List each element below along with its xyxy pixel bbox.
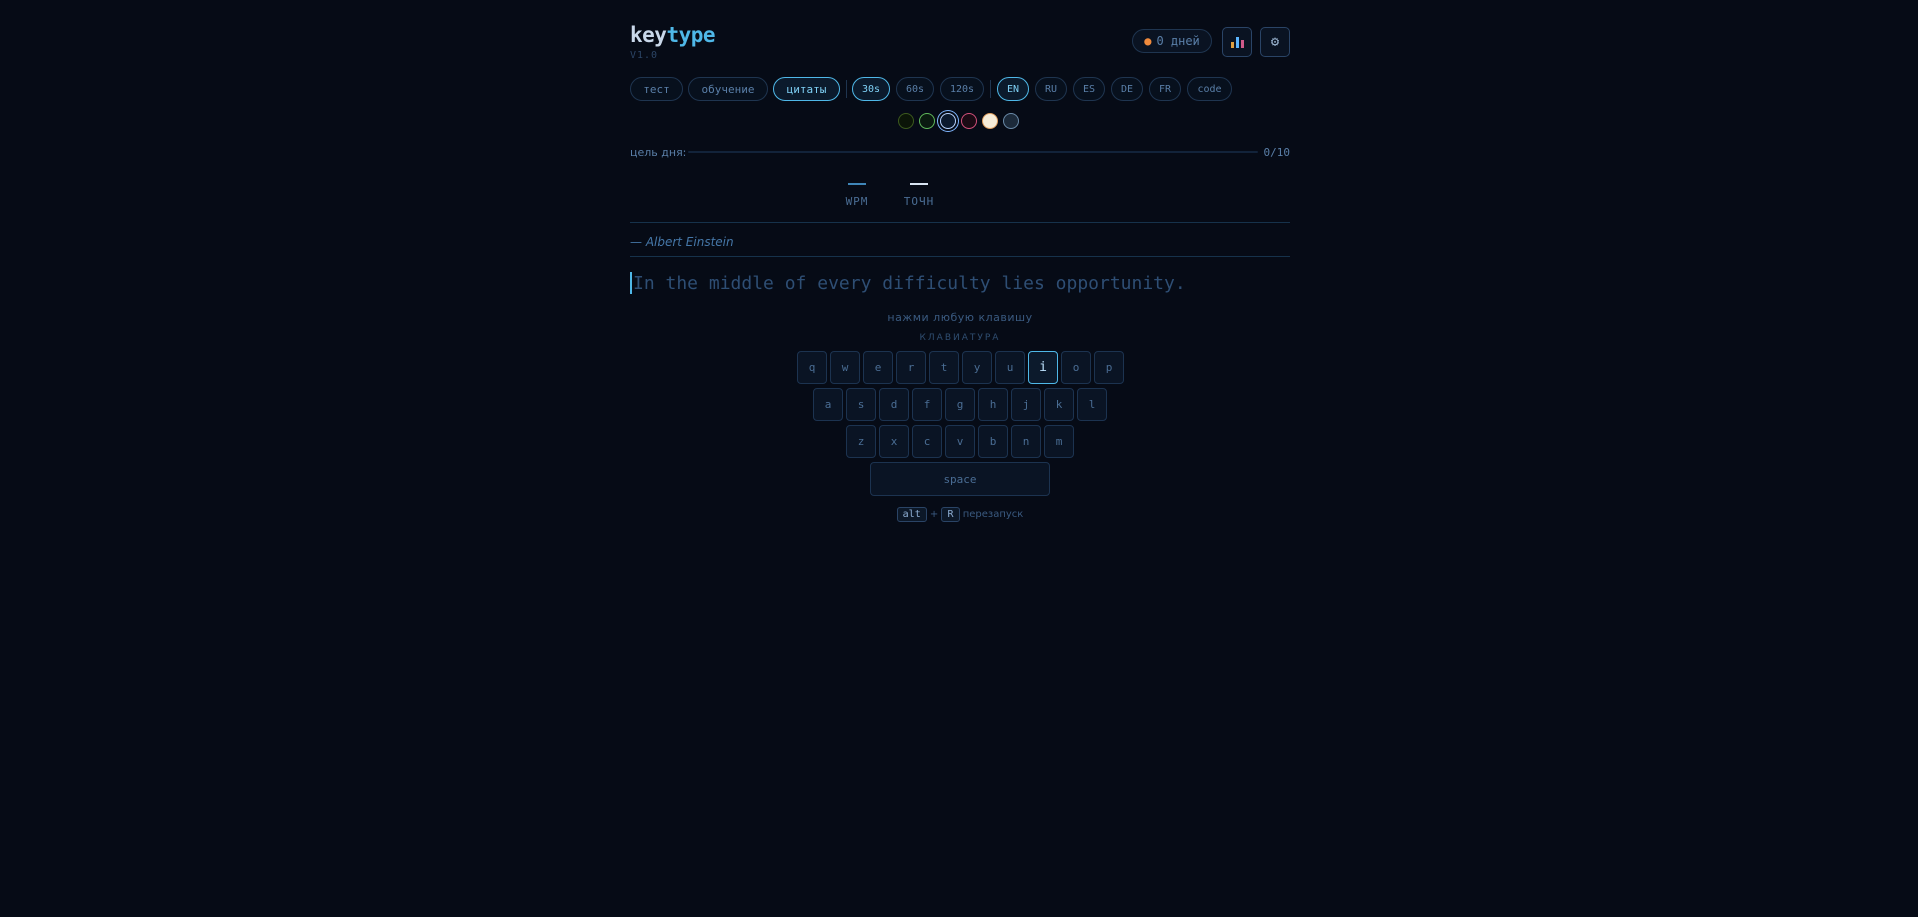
theme-dot[interactable] (961, 113, 977, 129)
theme-dot[interactable] (1003, 113, 1019, 129)
quote-text: In the middle of every difficulty lies o… (633, 273, 1186, 294)
lang-fr[interactable]: FR (1149, 77, 1181, 101)
divider (846, 80, 847, 98)
key-z[interactable]: z (846, 425, 876, 458)
key-v[interactable]: v (945, 425, 975, 458)
key-c[interactable]: c (912, 425, 942, 458)
r-key-hint: R (941, 507, 960, 522)
theme-dot[interactable] (898, 113, 914, 129)
accuracy-label: ТОЧН (903, 195, 935, 208)
logo[interactable]: keytype (630, 23, 716, 47)
logo-key: key (630, 23, 667, 47)
lang-en[interactable]: EN (997, 77, 1029, 101)
plus-sign: + (929, 509, 939, 520)
key-m[interactable]: m (1044, 425, 1074, 458)
keyboard-title: КЛАВИАТУРА (919, 333, 1001, 343)
key-l[interactable]: l (1077, 388, 1107, 421)
key-j[interactable]: j (1011, 388, 1041, 421)
duration-60s[interactable]: 60s (896, 77, 934, 101)
stats-button[interactable] (1222, 27, 1252, 57)
lang-es[interactable]: ES (1073, 77, 1105, 101)
streak-badge[interactable]: ● 0 дней (1132, 29, 1212, 53)
key-e[interactable]: e (863, 351, 893, 384)
key-o[interactable]: o (1061, 351, 1091, 384)
quote-author: — Albert Einstein (630, 235, 734, 249)
gear-icon: ⚙ (1270, 34, 1280, 50)
flame-icon: ● (1144, 34, 1152, 48)
key-f[interactable]: f (912, 388, 942, 421)
key-x[interactable]: x (879, 425, 909, 458)
lang-de[interactable]: DE (1111, 77, 1143, 101)
daily-goal-count: 0/10 (1263, 146, 1291, 159)
key-u[interactable]: u (995, 351, 1025, 384)
key-k[interactable]: k (1044, 388, 1074, 421)
mode-quotes[interactable]: цитаты (773, 77, 840, 101)
wpm-stat: WPM (827, 176, 887, 208)
typing-area[interactable]: In the middle of every difficulty lies o… (630, 272, 1290, 294)
mode-learning[interactable]: обучение (688, 77, 768, 101)
version-label: V1.0 (630, 50, 659, 61)
lang-ru[interactable]: RU (1035, 77, 1067, 101)
alt-key-hint: alt (896, 507, 927, 522)
key-d[interactable]: d (879, 388, 909, 421)
key-g[interactable]: g (945, 388, 975, 421)
logo-type: type (666, 23, 716, 47)
press-any-key-hint: нажми любую клавишу (887, 311, 1033, 324)
key-h[interactable]: h (978, 388, 1008, 421)
key-w[interactable]: w (830, 351, 860, 384)
accuracy-value (910, 183, 928, 185)
key-r[interactable]: r (896, 351, 926, 384)
daily-goal-label: цель дня: (630, 146, 687, 159)
key-n[interactable]: n (1011, 425, 1041, 458)
divider (990, 80, 991, 98)
theme-dot[interactable] (919, 113, 935, 129)
key-s[interactable]: s (846, 388, 876, 421)
accuracy-stat: ТОЧН (889, 176, 949, 208)
theme-dot[interactable] (982, 113, 998, 129)
settings-button[interactable]: ⚙ (1260, 27, 1290, 57)
restart-shortcut-hint: alt + R перезапуск (630, 507, 1290, 522)
key-y[interactable]: y (962, 351, 992, 384)
bar-chart-icon (1230, 36, 1244, 48)
lang-code[interactable]: code (1187, 77, 1232, 101)
key-i[interactable]: i (1028, 351, 1058, 384)
wpm-label: WPM (845, 195, 869, 208)
wpm-value (848, 183, 866, 185)
mode-test[interactable]: тест (630, 77, 683, 101)
duration-120s[interactable]: 120s (940, 77, 984, 101)
key-q[interactable]: q (797, 351, 827, 384)
daily-goal-progress (688, 151, 1258, 153)
mode-toolbar: тест обучение цитаты 30s 60s 120s EN RU … (630, 77, 1290, 101)
key-p[interactable]: p (1094, 351, 1124, 384)
key-t[interactable]: t (929, 351, 959, 384)
divider-bottom (630, 256, 1290, 257)
divider-top (630, 222, 1290, 223)
app-container: keytype V1.0 ● 0 дней ⚙ тест обучение ци… (630, 0, 1290, 917)
key-a[interactable]: a (813, 388, 843, 421)
restart-label: перезапуск (962, 509, 1024, 520)
key-b[interactable]: b (978, 425, 1008, 458)
theme-dot-active[interactable] (940, 113, 956, 129)
duration-30s[interactable]: 30s (852, 77, 890, 101)
text-caret (630, 272, 632, 294)
streak-label: 0 дней (1156, 34, 1200, 48)
key-space[interactable]: space (870, 462, 1050, 496)
